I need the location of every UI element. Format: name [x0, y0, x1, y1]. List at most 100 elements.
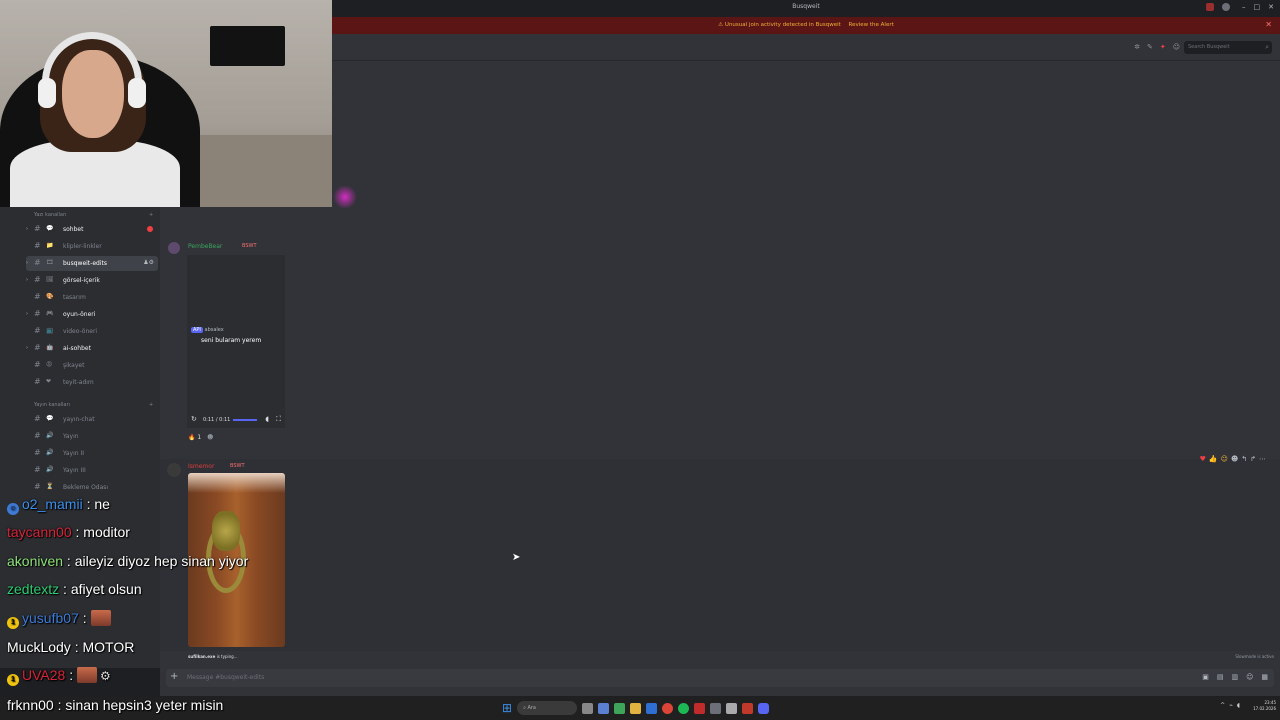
minimize-icon[interactable]: – [1242, 3, 1246, 11]
channel-emoji-icon: 🤖 [46, 344, 54, 351]
search-input[interactable]: Search Busqweit ⌕ [1184, 41, 1272, 54]
settings-gear-icon: ⚙ [100, 669, 111, 683]
forward-icon[interactable]: ↱ [1250, 455, 1256, 463]
channel-name: görsel-içerik [63, 277, 100, 284]
author-name[interactable]: PembeBear [188, 243, 222, 250]
add-reaction-icon[interactable]: ☻ [207, 434, 213, 441]
channel-hash-icon: # [34, 465, 41, 474]
volume-icon[interactable]: ◖ [265, 415, 269, 423]
settings-icon[interactable] [726, 702, 738, 714]
app-red-icon[interactable] [694, 702, 706, 714]
emoji-icon[interactable]: ☺ [1246, 673, 1253, 681]
message-meta: BSWT [220, 243, 257, 249]
headphones [42, 32, 142, 92]
video-attachment[interactable]: API absalex seni bularam yerem ↻ 0:11 / … [187, 255, 285, 428]
sidebar-channel-5[interactable]: › # 🎮 oyun-öneri [26, 307, 158, 322]
message-placeholder: Message #busqweit-edits [187, 674, 265, 681]
folder-icon[interactable] [630, 702, 642, 714]
close-icon[interactable]: ✕ [1268, 3, 1274, 11]
sidebar-channel-12[interactable]: # 🔊 Yayın II [26, 446, 158, 461]
channel-settings-icon[interactable]: ♟⚙ [143, 259, 154, 266]
laugh-icon[interactable]: ☺ [1221, 455, 1228, 463]
sidebar-channel-9[interactable]: # ❤ teyit-adım [26, 375, 158, 390]
sidebar-channel-1[interactable]: # 📁 klipler-linkler [26, 239, 158, 254]
taskbar-search-label: Ara [527, 705, 536, 711]
message-author[interactable]: PembeBear [188, 243, 222, 250]
reaction-count: 1 [197, 434, 202, 441]
heart-reaction-icon[interactable]: ♥ [1200, 455, 1206, 463]
channel-hash-icon: # [34, 343, 41, 352]
expand-arrow-icon[interactable]: › [26, 260, 28, 266]
taskbar-search[interactable]: ⌕ Ara [517, 701, 578, 715]
app-icon[interactable] [646, 702, 658, 714]
notification-icon[interactable]: ✎ [1147, 43, 1153, 51]
alert-link[interactable]: Review the Alert [849, 22, 894, 28]
reaction[interactable]: 🔥 1 ☻ [188, 434, 213, 441]
discord-icon[interactable] [758, 702, 770, 714]
sidebar-channel-3[interactable]: › # 🖼 görsel-içerik [26, 273, 158, 288]
sidebar-channel-13[interactable]: # 🔊 Yayın III [26, 463, 158, 478]
members-icon[interactable]: ☺ [1173, 43, 1180, 51]
spotify-icon[interactable] [678, 702, 690, 714]
message-input[interactable] [166, 669, 1274, 687]
clock[interactable]: 23:45 17.02.2026 [1253, 700, 1276, 712]
sidebar-channel-7[interactable]: › # 🤖 ai-sohbet [26, 341, 158, 356]
attach-icon[interactable]: + [170, 671, 178, 682]
channel-hash-icon: # [34, 448, 41, 457]
app-icon-2[interactable] [742, 702, 754, 714]
add-channel-icon[interactable]: + [149, 402, 153, 408]
reply-icon[interactable]: ↰ [1241, 455, 1247, 463]
windows-start-icon[interactable]: ⊞ [502, 701, 512, 715]
file-explorer-icon[interactable] [598, 702, 610, 714]
chat-separator: : [65, 667, 77, 683]
fullscreen-icon[interactable]: ⛶ [276, 415, 281, 424]
category-voice-channels[interactable]: Yayın kanalları + [34, 402, 153, 408]
gift-icon[interactable]: ▣ [1202, 673, 1209, 681]
more-icon[interactable]: ⋯ [1259, 455, 1266, 463]
avatar[interactable] [168, 242, 180, 254]
channel-emoji-icon: ❤ [46, 378, 52, 385]
sidebar-channel-14[interactable]: # ⏳ Bekleme Odası [26, 480, 158, 495]
volume-tray-icon[interactable]: ◖ [1237, 702, 1240, 709]
expand-arrow-icon[interactable]: › [26, 311, 28, 317]
chrome-icon[interactable] [662, 702, 674, 714]
add-channel-icon[interactable]: + [149, 212, 153, 218]
network-icon[interactable]: ⌁ [1229, 702, 1233, 709]
sidebar-channel-10[interactable]: # 💬 yayın-chat [26, 412, 158, 427]
apps-icon[interactable]: ▦ [1261, 673, 1268, 681]
sidebar-channel-0[interactable]: › # 💬 sohbet [26, 222, 158, 237]
channel-emoji-icon: 😡 [46, 361, 53, 368]
progress-bar[interactable] [233, 419, 257, 421]
obs-icon[interactable] [710, 702, 722, 714]
threads-icon[interactable]: ✲ [1134, 43, 1140, 51]
sidebar-channel-6[interactable]: # 📺 video-öneri [26, 324, 158, 339]
replay-icon[interactable]: ↻ [191, 415, 197, 423]
expand-arrow-icon[interactable]: › [26, 277, 28, 283]
author-name[interactable]: Ismemor [188, 463, 214, 470]
channel-hash-icon: # [34, 292, 41, 301]
expand-arrow-icon[interactable]: › [26, 226, 28, 232]
sidebar-channel-4[interactable]: # 🎨 tasarım [26, 290, 158, 305]
add-reaction-icon[interactable]: ☻ [1231, 455, 1238, 463]
pin-icon[interactable]: ✦ [1160, 43, 1166, 51]
headphone-cup-left [38, 78, 56, 108]
help-icon[interactable] [1222, 3, 1230, 11]
alert-close-icon[interactable]: ✕ [1265, 20, 1272, 29]
sidebar-channel-2[interactable]: › # 🎞 busqweit-edits ♟⚙ [26, 256, 158, 271]
task-view-icon[interactable] [582, 702, 594, 714]
avatar[interactable] [167, 463, 181, 477]
tray-chevron-icon[interactable]: ^ [1220, 702, 1225, 709]
category-text-channels[interactable]: Yazı kanalları + [34, 212, 153, 218]
thumbs-up-icon[interactable]: 👍 [1209, 455, 1218, 463]
sticker-icon[interactable]: ▥ [1231, 673, 1238, 681]
store-icon[interactable] [614, 702, 626, 714]
maximize-icon[interactable]: □ [1254, 3, 1261, 11]
image-attachment[interactable] [188, 473, 285, 647]
inbox-icon[interactable] [1206, 3, 1214, 11]
channel-hash-icon: # [34, 258, 41, 267]
gif-icon[interactable]: ▤ [1217, 673, 1224, 681]
expand-arrow-icon[interactable]: › [26, 345, 28, 351]
message-author[interactable]: Ismemor [188, 463, 214, 470]
sidebar-channel-8[interactable]: # 😡 şikayet [26, 358, 158, 373]
sidebar-channel-11[interactable]: # 🔊 Yayın [26, 429, 158, 444]
